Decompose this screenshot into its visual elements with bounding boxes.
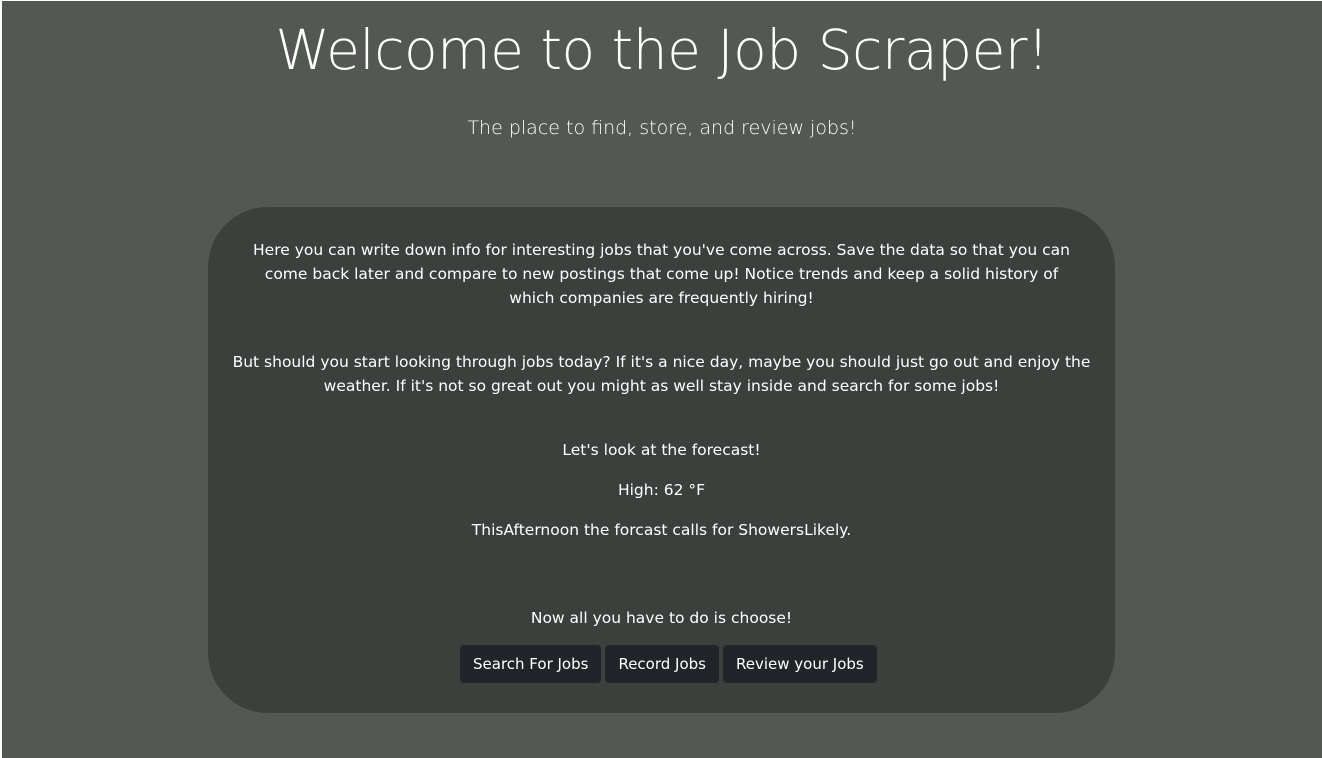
action-buttons: Search For Jobs Record Jobs Review your …: [460, 645, 877, 683]
weather-prompt-text: But should you start looking through job…: [232, 353, 1091, 395]
choose-prompt: Now all you have to do is choose!: [530, 609, 793, 627]
content-panel: Here you can write down info for interes…: [208, 207, 1115, 713]
intro-text: Here you can write down info for interes…: [253, 241, 1070, 307]
page-subtitle: The place to find, store, and review job…: [467, 117, 857, 139]
record-jobs-button[interactable]: Record Jobs: [605, 645, 719, 683]
search-jobs-button[interactable]: Search For Jobs: [460, 645, 602, 683]
page: Welcome to the Job Scraper! The place to…: [2, 1, 1322, 758]
review-jobs-button[interactable]: Review your Jobs: [723, 645, 877, 683]
forecast-high: High: 62 °F: [617, 481, 706, 499]
forecast-heading: Let's look at the forecast!: [562, 441, 761, 459]
forecast-summary: ThisAfternoon the forcast calls for Show…: [471, 521, 852, 539]
page-title: Welcome to the Job Scraper!: [275, 18, 1049, 82]
